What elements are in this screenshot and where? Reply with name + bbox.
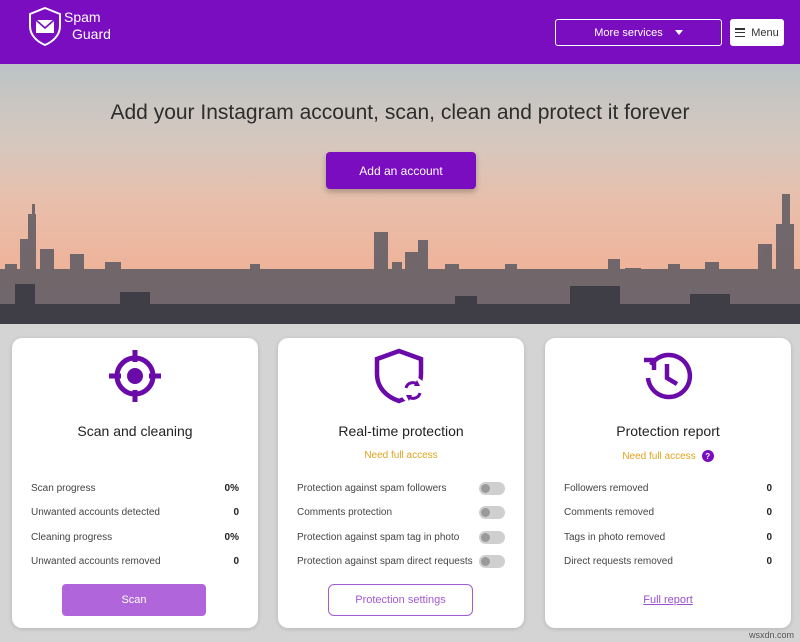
toggle-label: Protection against spam direct requests <box>297 556 473 568</box>
clock-history-icon <box>644 352 693 400</box>
stat-value: 0 <box>766 507 772 519</box>
stat-value: 0% <box>224 482 239 494</box>
protection-card-title: Real-time protection <box>338 423 464 439</box>
stat-row: Tags in photo removed 0 <box>564 525 772 550</box>
more-services-label: More services <box>594 26 663 39</box>
stat-label: Scan progress <box>31 482 96 494</box>
toggle-row: Comments protection <box>297 501 505 526</box>
crosshair-icon <box>109 350 161 402</box>
brand-line-1: Spam <box>64 9 101 25</box>
stat-label: Followers removed <box>564 482 649 494</box>
stat-value: 0 <box>233 507 239 519</box>
toggle-switch[interactable] <box>479 506 505 520</box>
scan-button[interactable]: Scan <box>62 584 206 616</box>
stat-label: Direct requests removed <box>564 556 673 568</box>
stat-row: Followers removed 0 <box>564 476 772 501</box>
stat-row: Comments removed 0 <box>564 501 772 526</box>
report-card: Protection report Need full access ? Fol… <box>545 338 791 628</box>
stat-row: Direct requests removed 0 <box>564 550 772 575</box>
stat-label: Tags in photo removed <box>564 531 666 543</box>
stat-label: Unwanted accounts detected <box>31 507 160 519</box>
full-report-link[interactable]: Full report <box>545 594 791 606</box>
stat-row: Cleaning progress 0% <box>31 525 239 550</box>
stat-value: 0 <box>766 482 772 494</box>
brand-line-2: Guard <box>72 26 111 42</box>
hamburger-icon <box>735 28 746 37</box>
toggle-label: Comments protection <box>297 507 393 519</box>
protection-settings-button[interactable]: Protection settings <box>328 584 473 616</box>
scan-card-title: Scan and cleaning <box>77 423 193 439</box>
shield-sync-icon <box>374 348 426 404</box>
toggle-switch[interactable] <box>479 530 505 544</box>
shield-envelope-logo[interactable] <box>28 6 62 46</box>
toggle-label: Protection against spam followers <box>297 482 447 494</box>
full-access-notice: Need full access <box>278 450 524 461</box>
toggle-row: Protection against spam followers <box>297 476 505 501</box>
toggle-row: Protection against spam tag in photo <box>297 525 505 550</box>
full-access-text: Need full access <box>364 450 438 461</box>
brand-name[interactable]: Spam Guard <box>64 9 111 43</box>
stat-row: Unwanted accounts removed 0 <box>31 550 239 575</box>
report-stats: Followers removed 0 Comments removed 0 T… <box>564 476 772 574</box>
stat-value: 0% <box>224 531 239 543</box>
hero-headline: Add your Instagram account, scan, clean … <box>110 101 690 124</box>
toggle-switch[interactable] <box>479 555 505 569</box>
stat-row: Unwanted accounts detected 0 <box>31 501 239 526</box>
full-access-notice: Need full access ? <box>545 450 791 462</box>
scan-stats: Scan progress 0% Unwanted accounts detec… <box>31 476 239 574</box>
stat-value: 0 <box>233 556 239 568</box>
top-navigation-bar: Spam Guard More services Menu <box>0 0 800 64</box>
stat-label: Unwanted accounts removed <box>31 556 161 568</box>
report-card-title: Protection report <box>616 423 720 439</box>
menu-label: Menu <box>751 26 779 39</box>
stat-value: 0 <box>766 531 772 543</box>
help-icon[interactable]: ? <box>701 450 714 462</box>
stat-label: Cleaning progress <box>31 531 113 543</box>
caret-down-icon <box>674 30 683 35</box>
stat-label: Comments removed <box>564 507 655 519</box>
stat-value: 0 <box>766 556 772 568</box>
full-access-text: Need full access <box>622 450 696 462</box>
protection-card: Real-time protection Need full access Pr… <box>278 338 524 628</box>
toggle-switch[interactable] <box>479 481 505 495</box>
hero-banner: Add your Instagram account, scan, clean … <box>0 64 800 324</box>
add-account-button[interactable]: Add an account <box>326 152 476 189</box>
more-services-dropdown[interactable]: More services <box>555 19 722 46</box>
toggle-row: Protection against spam direct requests <box>297 550 505 575</box>
watermark: wsxdn.com <box>748 630 794 640</box>
toggle-label: Protection against spam tag in photo <box>297 531 460 543</box>
scan-card: Scan and cleaning Scan progress 0% Unwan… <box>12 338 258 628</box>
menu-button[interactable]: Menu <box>730 19 784 46</box>
stat-row: Scan progress 0% <box>31 476 239 501</box>
protection-toggles: Protection against spam followers Commen… <box>297 476 505 574</box>
